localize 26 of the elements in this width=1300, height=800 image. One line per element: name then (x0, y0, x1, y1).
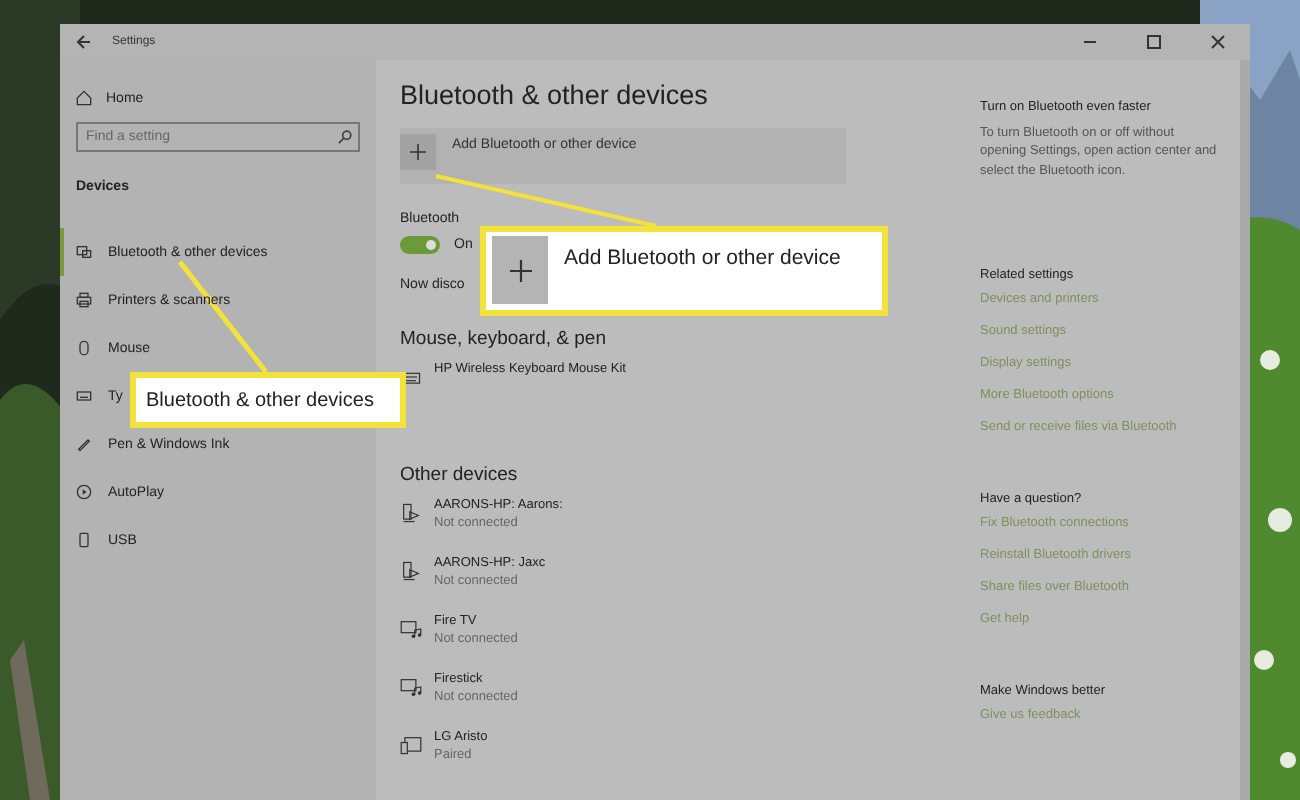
monitor-music-icon (400, 676, 422, 699)
plus-icon (400, 134, 436, 170)
leader-line (178, 260, 268, 374)
plus-icon (492, 236, 548, 304)
tablet-phone-icon (400, 734, 422, 757)
keyboard-icon (76, 388, 92, 404)
page-title: Bluetooth & other devices (400, 80, 710, 110)
autoplay-icon (76, 484, 92, 500)
monitor-music-icon (400, 618, 422, 641)
callout-label: Bluetooth & other devices (130, 372, 406, 428)
computer-icon (400, 502, 422, 525)
callout-label: Add Bluetooth or other device (564, 246, 841, 270)
bluetooth-toggle[interactable] (400, 236, 440, 255)
section-heading: Mouse, keyboard, & pen (400, 328, 608, 351)
bluetooth-devices-icon (76, 244, 92, 260)
section-heading: Other devices (400, 464, 520, 487)
search-icon (338, 130, 352, 144)
close-icon[interactable] (1210, 34, 1226, 50)
pen-icon (76, 436, 92, 452)
printer-icon (76, 292, 92, 308)
mouse-icon (76, 340, 92, 356)
back-icon[interactable] (76, 34, 92, 50)
home-icon (76, 90, 92, 106)
usb-icon (76, 532, 92, 548)
computer-icon (400, 560, 422, 583)
maximize-icon[interactable] (1146, 34, 1162, 50)
